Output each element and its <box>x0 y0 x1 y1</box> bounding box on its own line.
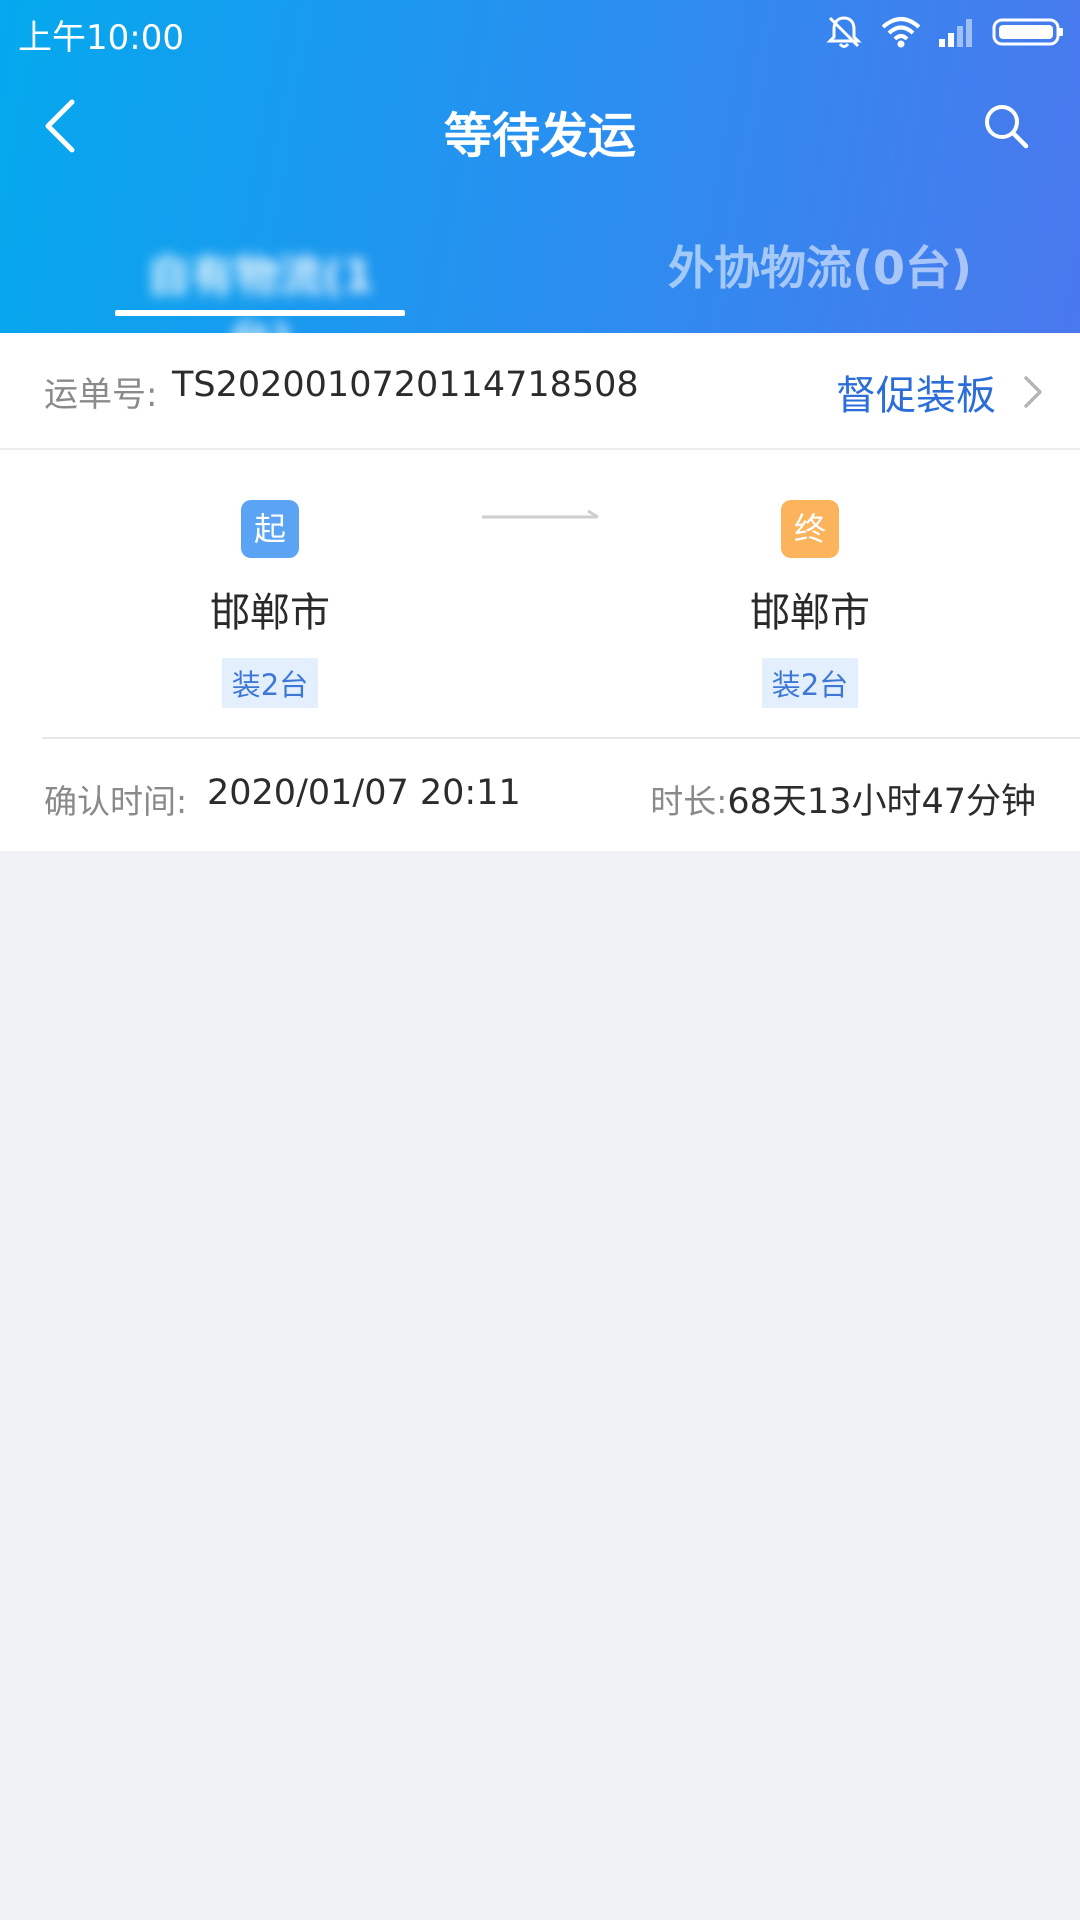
tab-active-indicator <box>115 310 405 316</box>
chevron-right-icon <box>1024 376 1042 408</box>
order-number-label: 运单号: <box>44 375 158 415</box>
status-bar: 上午10:00 <box>0 0 1080 64</box>
battery-icon <box>992 17 1064 47</box>
search-button[interactable] <box>974 94 1038 158</box>
tab-outsourced-logistics-label: 外协物流(0台) <box>667 241 973 295</box>
route-arrow-icon <box>482 509 599 519</box>
order-row: 运单号: TS20200107201147185​08 督促装板 <box>0 333 1080 450</box>
mute-icon <box>824 12 864 52</box>
duration-value: 68天13小时47分钟 <box>727 782 1036 822</box>
nav-bar: 等待发运 <box>0 76 1080 176</box>
end-badge: 终 <box>781 500 839 558</box>
page-title: 等待发运 <box>443 108 636 164</box>
search-icon <box>985 105 1029 149</box>
signal-icon <box>938 17 976 47</box>
route-end: 终 邯郸市 装2台 <box>690 500 930 708</box>
end-count-tag: 装2台 <box>761 658 859 708</box>
logistics-tabs: 自有物流(1台) 外协物流(0台) <box>0 220 1080 366</box>
duration-label: 时长: <box>650 782 728 821</box>
route-section: 起 邯郸市 装2台 终 邯郸市 装2台 <box>0 450 1080 708</box>
time-row: 确认时间: 2020/01/07 20:11 时长:68天13小时47分钟 <box>0 739 1080 851</box>
status-icons <box>824 12 1064 52</box>
start-city: 邯郸市 <box>210 590 330 636</box>
start-count-tag: 装2台 <box>221 658 319 708</box>
route-start: 起 邯郸市 装2台 <box>150 500 390 708</box>
order-number-value: TS20200107201147185​08 <box>172 365 639 405</box>
tab-outsourced-logistics[interactable]: 外协物流(0台) <box>620 220 1020 310</box>
app-header: 上午10:00 等待发运 自有物流(1 外协物流(0台) <box>0 0 1080 366</box>
shipment-card[interactable]: 运单号: TS20200107201147185​08 督促装板 起 邯郸市 装… <box>0 333 1080 851</box>
urge-loading-label: 督促装板 <box>836 373 996 419</box>
start-badge: 起 <box>241 500 299 558</box>
status-time: 上午10:00 <box>18 18 184 58</box>
confirm-time-label: 确认时间: <box>44 782 188 821</box>
tab-own-logistics[interactable]: 自有物流(1台) <box>115 220 405 366</box>
wifi-icon <box>880 15 922 49</box>
end-city: 邯郸市 <box>750 590 870 636</box>
urge-loading-button[interactable]: 督促装板 <box>836 363 1044 421</box>
confirm-time-value: 2020/01/07 20:11 <box>207 773 521 813</box>
duration: 时长:68天13小时47分钟 <box>650 773 1036 824</box>
